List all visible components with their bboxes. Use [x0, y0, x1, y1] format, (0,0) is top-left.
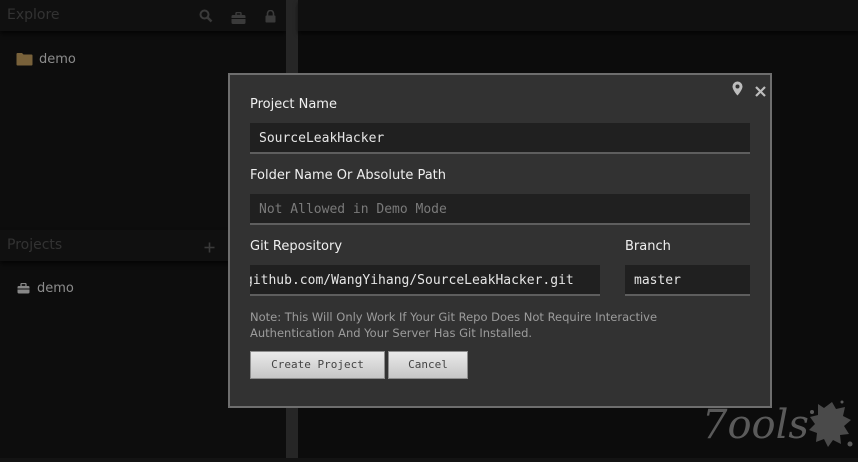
folder-path-input[interactable]: Not Allowed in Demo Mode — [250, 194, 750, 225]
folder-path-label: Folder Name Or Absolute Path — [250, 168, 447, 183]
project-name-input[interactable]: SourceLeakHacker — [250, 123, 750, 154]
watermark-text: 7ools — [702, 402, 809, 448]
branch-label: Branch — [625, 239, 671, 254]
pin-icon[interactable] — [732, 81, 743, 100]
new-project-modal: Project Name SourceLeakHacker Folder Nam… — [228, 73, 772, 408]
watermark-logo: 7ools — [700, 394, 858, 458]
branch-input[interactable]: master — [625, 265, 750, 296]
git-note: Note: This Will Only Work If Your Git Re… — [250, 310, 658, 340]
cancel-button[interactable]: Cancel — [388, 351, 468, 379]
git-repository-input[interactable]: github.com/WangYihang/SourceLeakHacker.g… — [250, 265, 600, 296]
project-name-label: Project Name — [250, 97, 337, 112]
git-repository-label: Git Repository — [250, 239, 343, 254]
close-icon[interactable] — [755, 82, 766, 101]
create-project-button[interactable]: Create Project — [250, 351, 385, 379]
